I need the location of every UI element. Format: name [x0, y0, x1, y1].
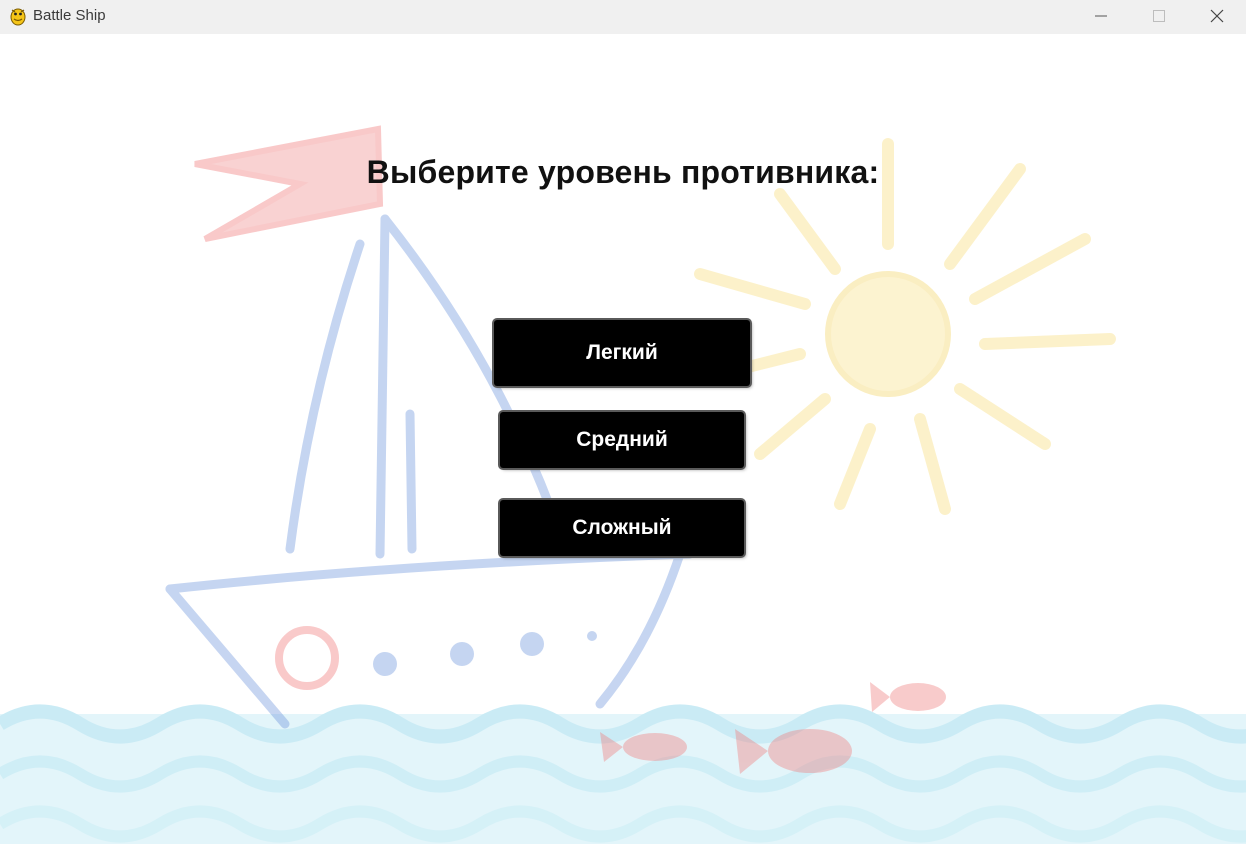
minimize-button[interactable] [1072, 0, 1130, 32]
easy-difficulty-button[interactable]: Легкий [494, 320, 750, 386]
sea-waves [0, 704, 1246, 844]
medium-difficulty-button[interactable]: Средний [500, 412, 744, 468]
maximize-icon [1153, 10, 1165, 22]
close-button[interactable] [1188, 0, 1246, 32]
boat-drawing [165, 214, 695, 729]
game-window: Battle Ship Выберите уровень противника:… [0, 0, 1246, 844]
window-title: Battle Ship [33, 7, 106, 24]
hard-difficulty-button[interactable]: Сложный [500, 500, 744, 556]
difficulty-heading: Выберите уровень противника: [366, 154, 880, 190]
game-canvas: Выберите уровень противника: Легкий Сред… [0, 34, 1246, 844]
sun-drawing [694, 138, 1116, 515]
close-icon [1210, 9, 1224, 23]
maximize-button[interactable] [1130, 0, 1188, 32]
minimize-icon [1095, 15, 1107, 17]
title-bar[interactable]: Battle Ship [0, 0, 1246, 34]
python-snake-icon [9, 6, 27, 26]
portholes-drawing [275, 626, 597, 690]
